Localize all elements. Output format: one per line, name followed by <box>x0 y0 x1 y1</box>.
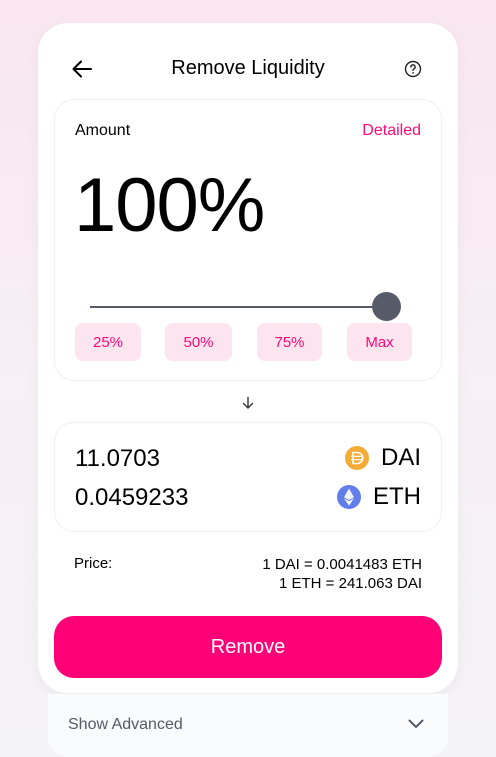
remove-button[interactable]: Remove <box>54 616 442 678</box>
show-advanced-label: Show Advanced <box>68 716 183 733</box>
detailed-toggle[interactable]: Detailed <box>362 122 421 140</box>
question-circle-icon <box>404 60 422 78</box>
dai-symbol: DAI <box>380 444 421 471</box>
arrow-down-icon <box>238 393 258 413</box>
amount-label: Amount <box>75 122 131 139</box>
percent-50-button[interactable]: 50% <box>165 323 232 361</box>
price-rate-dai-eth: 1 DAI = 0.0041483 ETH <box>262 556 422 573</box>
remove-liquidity-card: Remove Liquidity Amount Detailed 100% 25… <box>38 23 458 693</box>
slider-thumb[interactable] <box>372 292 401 321</box>
page-title: Remove Liquidity <box>171 57 325 79</box>
eth-token-icon <box>337 485 361 509</box>
help-button[interactable] <box>402 58 424 80</box>
eth-token: ETH <box>337 483 421 511</box>
percent-display: 100% <box>74 163 265 248</box>
slider-track <box>90 306 388 308</box>
dai-token-icon <box>344 446 369 470</box>
amount-slider[interactable] <box>90 292 402 322</box>
price-rate-eth-dai: 1 ETH = 241.063 DAI <box>279 575 422 592</box>
price-values: 1 DAI = 0.0041483 ETH 1 ETH = 241.063 DA… <box>262 555 422 593</box>
dai-token: DAI <box>344 444 421 472</box>
eth-output-amount: 0.0459233 <box>75 484 189 511</box>
dai-output-amount: 11.0703 <box>75 445 160 472</box>
percent-25-button[interactable]: 25% <box>75 323 141 361</box>
price-label: Price: <box>74 555 113 572</box>
show-advanced-panel[interactable]: Show Advanced <box>48 694 448 757</box>
output-panel: 11.0703 DAI 0.0459233 ETH <box>54 422 442 532</box>
percent-75-button[interactable]: 75% <box>257 323 322 361</box>
eth-symbol: ETH <box>373 483 421 510</box>
amount-panel: Amount Detailed 100% 25% 50% 75% Max <box>54 99 442 381</box>
chevron-down-icon[interactable] <box>406 714 426 734</box>
percent-max-button[interactable]: Max <box>347 323 412 361</box>
